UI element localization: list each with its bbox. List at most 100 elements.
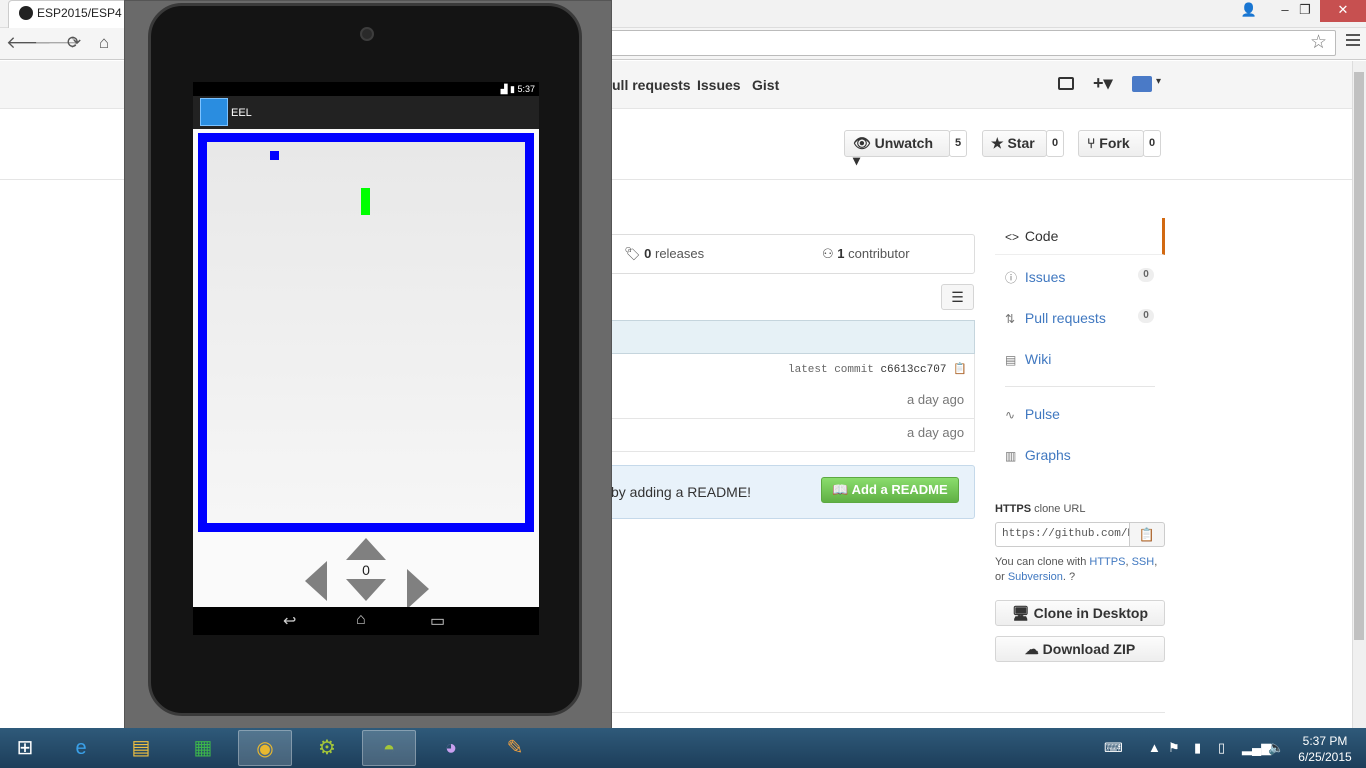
tray-app-icon[interactable]: ▮ (1194, 740, 1201, 756)
releases-link[interactable]: 🏷 0 releases (624, 246, 704, 262)
food-pellet (270, 151, 279, 160)
tray-device-icon[interactable]: ▯ (1218, 740, 1225, 756)
clone-ssh-link[interactable]: SSH (1132, 556, 1155, 568)
android-emulator-icon[interactable]: ◓ (362, 730, 416, 766)
add-readme-button[interactable]: 📖 Add a README (821, 477, 959, 503)
cloud-download-icon: ☁ (1024, 641, 1043, 657)
inbox-icon[interactable] (1058, 77, 1074, 90)
watch-count[interactable]: 5 (949, 130, 968, 157)
clone-url-label: HTTPS clone URL (995, 503, 1085, 515)
star-icon: ★ (991, 135, 1008, 151)
star-count[interactable]: 0 (1046, 130, 1065, 157)
clone-protocol[interactable]: HTTPS (995, 503, 1031, 515)
github-desktop-icon[interactable]: ◕ (424, 730, 478, 766)
android-studio-icon[interactable]: ⚙ (300, 730, 354, 766)
fork-count[interactable]: 0 (1143, 130, 1162, 157)
paint-icon[interactable]: ✎ (488, 730, 542, 766)
android-status-bar: ▟ ▮ 5:37 (193, 82, 539, 96)
row-age: a day ago (907, 425, 965, 440)
tray-flag-icon[interactable]: ⚑ (1168, 740, 1180, 756)
unwatch-button[interactable]: 👁 Unwatch ▾ (844, 130, 950, 168)
clone-url-text: clone URL (1034, 503, 1086, 515)
list-view-icon[interactable]: ☰ (941, 284, 974, 310)
sidebar-item-pull-requests[interactable]: ⇅ Pull requests (1005, 310, 1106, 326)
home-button[interactable]: ⌂ (93, 32, 115, 54)
sidebar-divider (1005, 386, 1155, 387)
clone-url-input[interactable]: https://github.com/E (995, 522, 1130, 547)
right-arrow-button[interactable] (407, 569, 429, 609)
sidebar-item-graphs[interactable]: ▥ Graphs (1005, 447, 1071, 463)
sidebar-item-pulse[interactable]: ∿ Pulse (1005, 406, 1060, 422)
clone-in-desktop-button[interactable]: 🖥 Clone in Desktop (995, 600, 1165, 626)
chrome-icon[interactable]: ◉ (238, 730, 292, 766)
sidebar-item-wiki[interactable]: ▤ Wiki (1005, 351, 1051, 367)
clipboard-icon[interactable]: 📋 (1129, 522, 1165, 547)
clone-subversion-link[interactable]: Subversion (1008, 571, 1063, 583)
book-icon: ▤ (1005, 353, 1017, 367)
network-icon[interactable]: ▂▄▆ (1242, 740, 1271, 756)
down-arrow-button[interactable] (346, 579, 386, 601)
left-arrow-button[interactable] (305, 561, 327, 601)
download-zip-button[interactable]: ☁ Download ZIP (995, 636, 1165, 662)
clone-desktop-label: Clone in Desktop (1033, 605, 1149, 621)
help-icon[interactable]: ? (1069, 571, 1075, 583)
nav-issues[interactable]: Issues (697, 77, 741, 93)
fork-button[interactable]: ⑂ Fork (1078, 130, 1144, 157)
organization-icon: ⚇ (822, 246, 838, 261)
nav-pull-requests[interactable]: ull requests (612, 77, 691, 93)
eye-icon: 👁 (853, 135, 875, 151)
close-button[interactable]: ✕ (1320, 0, 1366, 22)
create-new-icon[interactable]: +▾ (1093, 73, 1113, 94)
browser-tab[interactable]: ESP2015/ESP4 (8, 0, 128, 28)
latest-commit[interactable]: latest commit c6613cc707 📋 (788, 362, 967, 376)
scrollbar-thumb[interactable] (1354, 72, 1364, 640)
clone-https-link[interactable]: HTTPS (1089, 556, 1125, 568)
android-back-icon[interactable]: ↩ (283, 611, 296, 631)
clone-or-text: or (995, 571, 1005, 583)
file-explorer-icon[interactable]: ▤ (114, 730, 168, 766)
clone-help-text: You can clone with HTTPS, SSH, or Subvers… (995, 556, 1158, 583)
score-value: 0 (362, 562, 370, 578)
contributors-link[interactable]: ⚇ 1 contributor (822, 246, 910, 262)
keyboard-icon[interactable]: ⌨ (1104, 740, 1123, 756)
forward-button[interactable]: 🡒 (34, 32, 80, 54)
issues-counter: 0 (1138, 268, 1154, 282)
avatar[interactable] (1132, 76, 1152, 92)
clock-time: 5:37 PM (1302, 734, 1348, 748)
commit-hash: c6613cc707 (880, 364, 947, 376)
reload-button[interactable]: ⟳ (63, 32, 85, 54)
clone-help-prefix: You can clone with (995, 556, 1087, 568)
clock-date: 6/25/2015 (1298, 750, 1352, 764)
issue-icon: ⓘ (1005, 271, 1018, 285)
up-arrow-button[interactable] (346, 538, 386, 560)
star-button[interactable]: ★ Star (982, 130, 1047, 157)
star-label: Star (1007, 135, 1035, 151)
volume-icon[interactable]: 🔈 (1268, 740, 1284, 756)
android-nav-bar (193, 607, 539, 635)
chevron-down-icon[interactable]: ▾ (1156, 76, 1161, 87)
restore-button[interactable]: ❐ (1288, 0, 1322, 22)
android-recents-icon[interactable]: ▭ (430, 611, 445, 631)
sidebar-code-label[interactable]: <> Code (1005, 228, 1058, 244)
clipboard-icon[interactable]: 📋 (953, 364, 967, 376)
user-icon[interactable]: 👤 (1232, 0, 1266, 22)
unwatch-label: Unwatch (874, 135, 934, 151)
menu-icon[interactable] (1346, 34, 1360, 48)
github-favicon-icon (19, 6, 33, 20)
divider (612, 712, 1165, 713)
add-readme-label: Add a README (851, 482, 948, 497)
signal-icon: ▟ ▮ (500, 84, 518, 94)
store-icon[interactable]: ▦ (176, 730, 230, 766)
app-icon[interactable] (200, 98, 228, 126)
clock[interactable]: 5:37 PM 6/25/2015 (1290, 733, 1360, 765)
android-home-icon[interactable]: ⌂ (356, 611, 366, 629)
bookmark-star-icon[interactable]: ☆ (1310, 31, 1327, 54)
sidebar-item-issues[interactable]: ⓘ Issues (1005, 269, 1065, 286)
issues-text: Issues (1024, 269, 1066, 285)
internet-explorer-icon[interactable]: e (54, 730, 108, 766)
readme-prompt-text: by adding a README! (611, 484, 752, 500)
show-hidden-icons-icon[interactable]: ▲ (1148, 740, 1161, 755)
nav-gist[interactable]: Gist (752, 77, 779, 93)
start-windows-icon[interactable]: ⊞ (0, 730, 50, 766)
back-button[interactable]: 🡐 (6, 32, 52, 54)
